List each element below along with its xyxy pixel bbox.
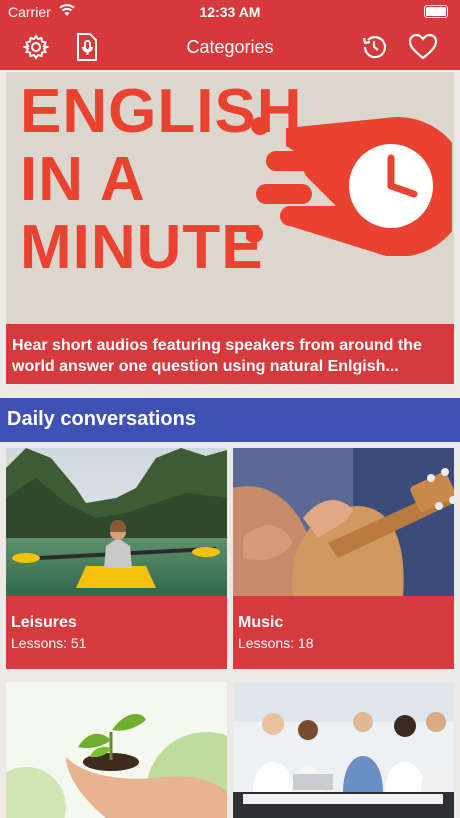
category-card-music[interactable]: Music Lessons: 18 bbox=[233, 448, 454, 669]
page-title: Categories bbox=[186, 37, 274, 57]
category-card-leisures[interactable]: Leisures Lessons: 51 bbox=[6, 448, 227, 669]
history-icon[interactable] bbox=[359, 32, 389, 62]
battery-icon bbox=[424, 5, 448, 18]
heart-icon[interactable] bbox=[408, 32, 438, 62]
category-name: Leisures bbox=[11, 614, 77, 631]
ukulele-photo bbox=[233, 448, 454, 596]
category-card-plant[interactable] bbox=[6, 682, 227, 818]
kayak-photo bbox=[6, 448, 227, 596]
status-bar: Carrier 12:33 AM bbox=[0, 0, 460, 24]
clock-time: 12:33 AM bbox=[199, 4, 261, 20]
featured-banner[interactable]: ENGLISH IN A MINUTE Hear short audios fe… bbox=[6, 72, 454, 384]
section-header: Daily conversations bbox=[0, 398, 460, 442]
fast-clock-icon bbox=[245, 106, 454, 261]
section-title: Daily conversations bbox=[7, 408, 196, 430]
navigation-bar: Categories bbox=[0, 24, 460, 70]
lessons-count: Lessons: 18 bbox=[238, 635, 314, 651]
banner-caption: Hear short audios featuring speakers fro… bbox=[6, 324, 454, 384]
category-name: Music bbox=[238, 614, 284, 631]
category-card-meeting[interactable] bbox=[233, 682, 454, 818]
lessons-count: Lessons: 51 bbox=[11, 635, 87, 651]
